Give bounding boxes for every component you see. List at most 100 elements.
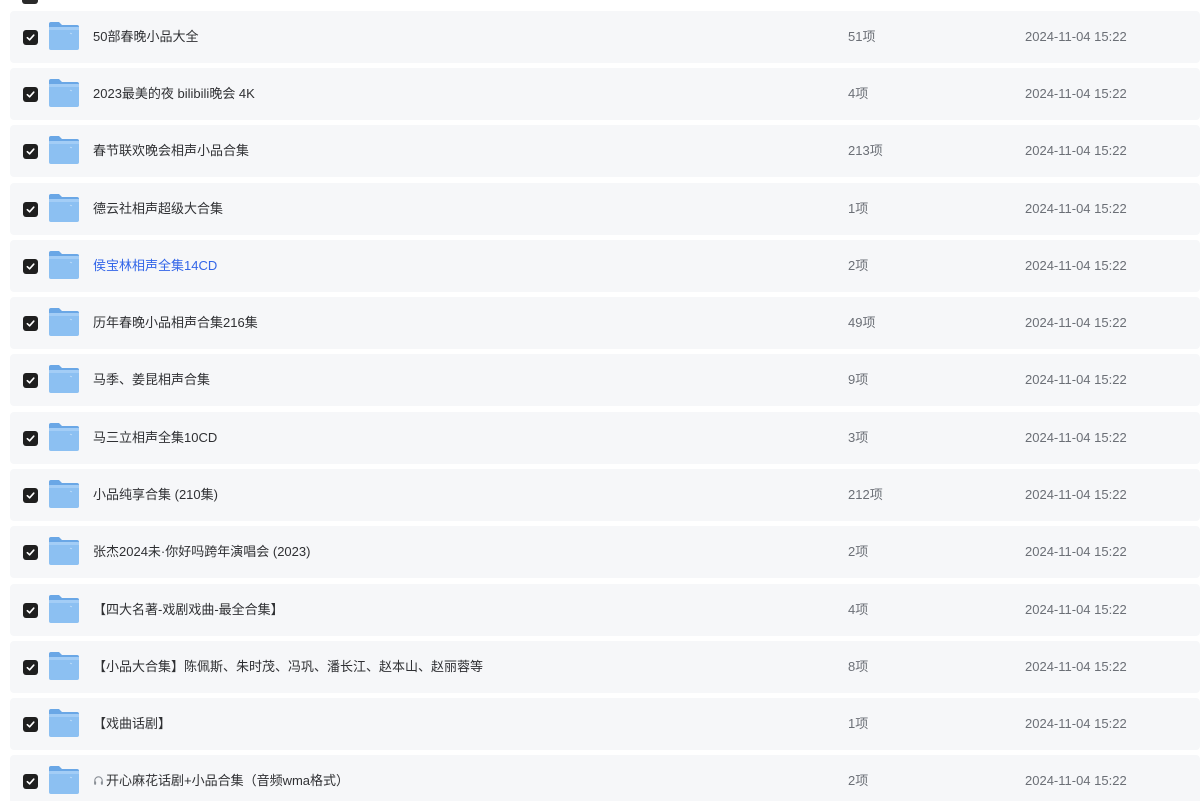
folder-icon — [49, 251, 79, 279]
modified-date: 2024-11-04 15:22 — [1025, 602, 1127, 617]
select-all-checkbox[interactable] — [22, 0, 38, 4]
row-checkbox[interactable] — [23, 660, 38, 675]
item-count: 1项 — [848, 201, 869, 216]
checkmark-icon — [26, 607, 35, 614]
file-row[interactable]: 德云社相声超级大合集 1项 2024-11-04 15:22 — [10, 183, 1200, 235]
checkmark-icon — [26, 492, 35, 499]
checkmark-icon — [26, 377, 35, 384]
item-count: 212项 — [848, 487, 883, 502]
item-count: 8项 — [848, 659, 869, 674]
folder-icon — [49, 537, 79, 565]
item-count: 2项 — [848, 773, 869, 788]
modified-date: 2024-11-04 15:22 — [1025, 372, 1127, 387]
row-checkbox[interactable] — [23, 87, 38, 102]
checkmark-icon — [26, 435, 35, 442]
file-list: 50部春晚小品大全 51项 2024-11-04 15:22 2023最美的夜 … — [0, 0, 1200, 801]
row-checkbox[interactable] — [23, 259, 38, 274]
file-name[interactable]: 开心麻花话剧+小品合集（音频wma格式） — [93, 755, 349, 801]
item-count: 2项 — [848, 544, 869, 559]
item-count: 49项 — [848, 315, 876, 330]
checkmark-icon — [26, 206, 35, 213]
modified-date: 2024-11-04 15:22 — [1025, 258, 1127, 273]
row-checkbox[interactable] — [23, 144, 38, 159]
row-checkbox[interactable] — [23, 545, 38, 560]
file-row[interactable]: 春节联欢晚会相声小品合集 213项 2024-11-04 15:22 — [10, 125, 1200, 177]
item-count: 213项 — [848, 143, 883, 158]
file-name[interactable]: 【小品大合集】陈佩斯、朱时茂、冯巩、潘长江、赵本山、赵丽蓉等 — [93, 641, 483, 693]
folder-icon — [49, 595, 79, 623]
checkmark-icon — [26, 721, 35, 728]
checkmark-icon — [26, 549, 35, 556]
modified-date: 2024-11-04 15:22 — [1025, 544, 1127, 559]
folder-icon — [49, 194, 79, 222]
row-checkbox[interactable] — [23, 774, 38, 789]
row-checkbox[interactable] — [23, 488, 38, 503]
checkmark-icon — [26, 664, 35, 671]
folder-icon — [49, 308, 79, 336]
folder-icon — [49, 365, 79, 393]
file-row[interactable]: 【小品大合集】陈佩斯、朱时茂、冯巩、潘长江、赵本山、赵丽蓉等 8项 2024-1… — [10, 641, 1200, 693]
file-name[interactable]: 【四大名著-戏剧戏曲-最全合集】 — [93, 584, 284, 636]
file-row[interactable]: 开心麻花话剧+小品合集（音频wma格式） 2项 2024-11-04 15:22 — [10, 755, 1200, 801]
folder-icon — [49, 79, 79, 107]
folder-icon — [49, 423, 79, 451]
row-checkbox[interactable] — [23, 717, 38, 732]
modified-date: 2024-11-04 15:22 — [1025, 86, 1127, 101]
checkmark-icon — [26, 91, 35, 98]
modified-date: 2024-11-04 15:22 — [1025, 487, 1127, 502]
file-name[interactable]: 德云社相声超级大合集 — [93, 183, 223, 235]
headphone-icon — [94, 776, 103, 785]
file-name[interactable]: 50部春晚小品大全 — [93, 11, 198, 63]
file-name[interactable]: 张杰2024未·你好吗跨年演唱会 (2023) — [93, 526, 310, 578]
file-name[interactable]: 2023最美的夜 bilibili晚会 4K — [93, 68, 255, 120]
file-name[interactable]: 马三立相声全集10CD — [93, 412, 217, 464]
file-name[interactable]: 【戏曲话剧】 — [93, 698, 171, 750]
item-count: 1项 — [848, 716, 869, 731]
folder-icon — [49, 480, 79, 508]
folder-icon — [49, 22, 79, 50]
modified-date: 2024-11-04 15:22 — [1025, 659, 1127, 674]
item-count: 51项 — [848, 29, 876, 44]
checkmark-icon — [26, 263, 35, 270]
file-row[interactable]: 【戏曲话剧】 1项 2024-11-04 15:22 — [10, 698, 1200, 750]
file-name[interactable]: 春节联欢晚会相声小品合集 — [93, 125, 249, 177]
modified-date: 2024-11-04 15:22 — [1025, 773, 1127, 788]
file-row[interactable]: 【四大名著-戏剧戏曲-最全合集】 4项 2024-11-04 15:22 — [10, 584, 1200, 636]
row-checkbox[interactable] — [23, 603, 38, 618]
modified-date: 2024-11-04 15:22 — [1025, 716, 1127, 731]
file-name[interactable]: 马季、姜昆相声合集 — [93, 354, 210, 406]
file-row[interactable]: 马季、姜昆相声合集 9项 2024-11-04 15:22 — [10, 354, 1200, 406]
modified-date: 2024-11-04 15:22 — [1025, 143, 1127, 158]
row-checkbox[interactable] — [23, 373, 38, 388]
folder-icon — [49, 709, 79, 737]
file-row[interactable]: 张杰2024未·你好吗跨年演唱会 (2023) 2项 2024-11-04 15… — [10, 526, 1200, 578]
item-count: 9项 — [848, 372, 869, 387]
file-row[interactable]: 历年春晚小品相声合集216集 49项 2024-11-04 15:22 — [10, 297, 1200, 349]
item-count: 4项 — [848, 602, 869, 617]
folder-icon — [49, 136, 79, 164]
checkmark-icon — [26, 148, 35, 155]
row-checkbox[interactable] — [23, 316, 38, 331]
file-row[interactable]: 2023最美的夜 bilibili晚会 4K 4项 2024-11-04 15:… — [10, 68, 1200, 120]
checkmark-icon — [26, 320, 35, 327]
file-name-text: 开心麻花话剧+小品合集（音频wma格式） — [106, 773, 350, 788]
file-row[interactable]: 小品纯享合集 (210集) 212项 2024-11-04 15:22 — [10, 469, 1200, 521]
file-name[interactable]: 历年春晚小品相声合集216集 — [93, 297, 258, 349]
item-count: 3项 — [848, 430, 869, 445]
modified-date: 2024-11-04 15:22 — [1025, 201, 1127, 216]
item-count: 4项 — [848, 86, 869, 101]
modified-date: 2024-11-04 15:22 — [1025, 315, 1127, 330]
file-name[interactable]: 侯宝林相声全集14CD — [93, 240, 217, 292]
file-row[interactable]: 侯宝林相声全集14CD 2项 2024-11-04 15:22 — [10, 240, 1200, 292]
row-checkbox[interactable] — [23, 431, 38, 446]
folder-icon — [49, 766, 79, 794]
row-checkbox[interactable] — [23, 30, 38, 45]
row-checkbox[interactable] — [23, 202, 38, 217]
folder-icon — [49, 652, 79, 680]
file-name[interactable]: 小品纯享合集 (210集) — [93, 469, 218, 521]
file-row[interactable]: 50部春晚小品大全 51项 2024-11-04 15:22 — [10, 11, 1200, 63]
modified-date: 2024-11-04 15:22 — [1025, 29, 1127, 44]
file-row[interactable]: 马三立相声全集10CD 3项 2024-11-04 15:22 — [10, 412, 1200, 464]
modified-date: 2024-11-04 15:22 — [1025, 430, 1127, 445]
checkmark-icon — [26, 34, 35, 41]
